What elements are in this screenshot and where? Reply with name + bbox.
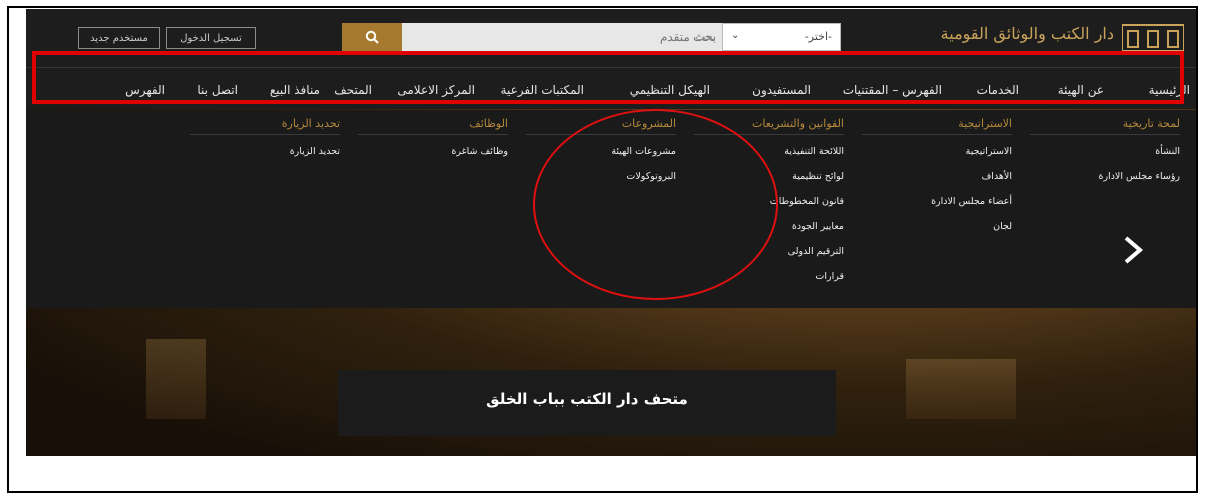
menu-item[interactable]: تحديد الزيارة xyxy=(180,146,340,157)
menu-column-visit: تحديد الزيارة تحديد الزيارة xyxy=(190,110,340,308)
slide-caption-text: متحف دار الكتب بباب الخلق xyxy=(486,390,688,408)
menu-item[interactable]: النشأة xyxy=(1020,146,1180,157)
logo-text: دار الكتب والوثائق القومية xyxy=(940,24,1114,43)
menu-column-strategy: الاستراتيجية الاستراتيجية الأهداف أعضاء … xyxy=(862,110,1012,308)
search-icon xyxy=(365,30,379,44)
select-value: -اختر- xyxy=(804,30,832,43)
menu-item[interactable]: أعضاء مجلس الادارة xyxy=(852,196,1012,207)
new-user-button[interactable]: مستخدم جديد xyxy=(78,27,160,49)
search-label: بحث xyxy=(695,30,716,43)
annotation-rectangle xyxy=(32,51,1184,104)
menu-column-jobs: الوظائف وظائف شاغرة xyxy=(358,110,508,308)
annotation-ellipse xyxy=(533,109,778,300)
search-category-select[interactable]: ⌄ -اختر- xyxy=(722,23,841,51)
menu-item[interactable]: وظائف شاغرة xyxy=(348,146,508,157)
menu-heading[interactable]: لمحة تاريخية xyxy=(1030,117,1180,135)
search-bar: بحث ⌄ -اختر- xyxy=(342,23,841,51)
menu-heading[interactable]: الاستراتيجية xyxy=(862,117,1012,135)
menu-item[interactable]: رؤساء مجلس الادارة xyxy=(1020,171,1180,182)
search-button[interactable] xyxy=(342,23,402,51)
menu-heading[interactable]: الوظائف xyxy=(358,117,508,135)
slide-caption: متحف دار الكتب بباب الخلق xyxy=(338,370,836,436)
chevron-right-icon[interactable] xyxy=(1120,235,1146,265)
menu-item[interactable]: الأهداف xyxy=(852,171,1012,182)
login-button[interactable]: تسجيل الدخول xyxy=(166,27,256,49)
chevron-down-icon: ⌄ xyxy=(731,30,740,41)
menu-item[interactable]: لجان xyxy=(852,221,1012,232)
menu-item[interactable]: الاستراتيجية xyxy=(852,146,1012,157)
library-building-icon xyxy=(1122,24,1184,52)
menu-heading[interactable]: تحديد الزيارة xyxy=(190,117,340,135)
menu-column-history: لمحة تاريخية النشأة رؤساء مجلس الادارة xyxy=(1030,110,1180,308)
